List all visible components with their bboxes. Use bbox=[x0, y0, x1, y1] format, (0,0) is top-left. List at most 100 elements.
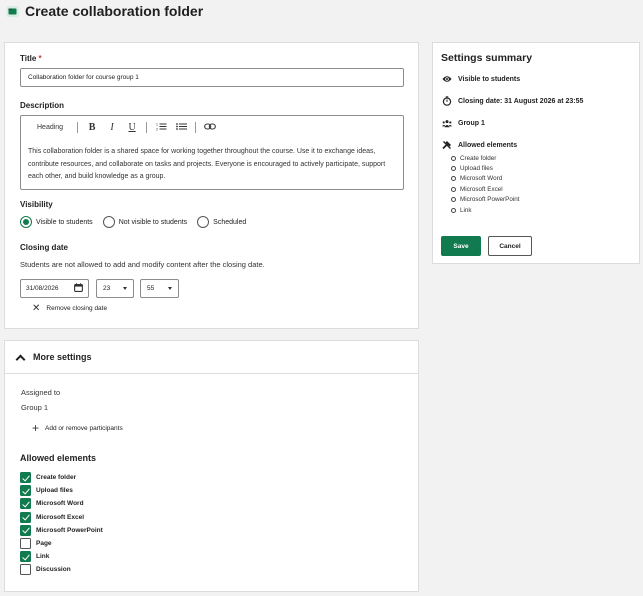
chevron-up-icon bbox=[15, 354, 26, 364]
link-icon[interactable] bbox=[204, 122, 216, 133]
checkbox-page[interactable]: Page bbox=[20, 537, 103, 550]
checkbox[interactable] bbox=[20, 498, 31, 510]
remove-closing-date-label: Remove closing date bbox=[46, 305, 108, 312]
summary-allowed-title: Allowed elements bbox=[458, 141, 518, 149]
summary-title: Settings summary bbox=[441, 52, 533, 64]
checkbox-link[interactable]: Link bbox=[20, 550, 103, 563]
radio-visible-to-students[interactable]: Visible to students bbox=[20, 216, 93, 228]
radio-not-visible-to-students[interactable]: Not visible to students bbox=[102, 216, 188, 228]
visibility-radio-group: Visible to students Not visible to stude… bbox=[20, 216, 256, 228]
page-header: Create collaboration folder bbox=[6, 3, 203, 19]
radio-scheduled[interactable]: Scheduled bbox=[197, 216, 246, 228]
toolbar-divider bbox=[77, 121, 79, 133]
chevron-down-icon bbox=[168, 287, 172, 290]
allowed-elements-list: Create folder Upload files Microsoft Wor… bbox=[20, 471, 103, 577]
calendar-icon[interactable] bbox=[74, 283, 83, 294]
underline-button[interactable]: U bbox=[126, 122, 138, 133]
cancel-button[interactable]: Cancel bbox=[488, 236, 532, 256]
hour-value: 23 bbox=[103, 285, 111, 292]
list-item: Microsoft Excel bbox=[451, 184, 520, 194]
more-settings-card: More settings Assigned to Group 1 + Add … bbox=[4, 340, 419, 592]
summary-closing-date: Closing date: 31 August 2026 at 23:55 bbox=[442, 96, 583, 106]
list-item: Link bbox=[451, 205, 520, 215]
ordered-list-icon[interactable]: 12 bbox=[155, 122, 167, 133]
minute-select[interactable]: 55 bbox=[140, 279, 179, 298]
description-editor[interactable]: Heading B I U 12 This collaboration fold… bbox=[20, 115, 404, 190]
page-title: Create collaboration folder bbox=[25, 3, 204, 19]
closing-date-input[interactable]: 31/08/2026 bbox=[20, 279, 89, 298]
folder-icon bbox=[6, 5, 19, 18]
radio-button[interactable] bbox=[197, 216, 210, 228]
date-value: 31/08/2026 bbox=[26, 285, 59, 292]
checkbox[interactable] bbox=[20, 485, 31, 497]
radio-button[interactable] bbox=[20, 216, 32, 228]
svg-text:1: 1 bbox=[156, 122, 158, 126]
checkbox[interactable] bbox=[20, 511, 31, 523]
checkbox-label: Discussion bbox=[36, 566, 71, 574]
heading-dropdown[interactable]: Heading bbox=[37, 124, 69, 131]
closing-date-label: Closing date bbox=[20, 243, 69, 252]
summary-allowed-list: Create folder Upload files Microsoft Wor… bbox=[451, 153, 520, 215]
checkbox-create-folder[interactable]: Create folder bbox=[20, 471, 103, 484]
checkbox-discussion[interactable]: Discussion bbox=[20, 563, 103, 576]
save-button[interactable]: Save bbox=[441, 236, 481, 256]
checkbox-label: Create folder bbox=[36, 474, 77, 482]
close-icon: ✕ bbox=[32, 303, 41, 314]
minute-value: 55 bbox=[147, 285, 155, 292]
chevron-down-icon bbox=[123, 287, 127, 290]
editor-toolbar: Heading B I U 12 bbox=[21, 116, 403, 138]
eye-icon bbox=[442, 74, 452, 84]
svg-text:2: 2 bbox=[156, 127, 158, 131]
allowed-elements-heading: Allowed elements bbox=[20, 453, 97, 463]
radio-label: Not visible to students bbox=[118, 218, 188, 226]
checkbox-label: Page bbox=[36, 540, 52, 548]
remove-closing-date-button[interactable]: ✕ Remove closing date bbox=[32, 303, 107, 314]
more-settings-toggle[interactable]: More settings bbox=[5, 341, 418, 374]
assigned-to-value: Group 1 bbox=[21, 403, 49, 412]
hour-select[interactable]: 23 bbox=[96, 279, 134, 298]
settings-summary-card: Settings summary Visible to students Clo… bbox=[432, 42, 640, 264]
tools-icon bbox=[442, 140, 452, 150]
list-item: Microsoft PowerPoint bbox=[451, 195, 520, 205]
checkbox-label: Microsoft Word bbox=[36, 500, 84, 508]
add-remove-participants-label: Add or remove participants bbox=[45, 424, 123, 432]
description-label: Description bbox=[20, 101, 65, 110]
checkbox[interactable] bbox=[20, 538, 31, 550]
radio-button[interactable] bbox=[102, 216, 115, 228]
radio-label: Visible to students bbox=[36, 218, 93, 226]
summary-visibility: Visible to students bbox=[442, 74, 520, 84]
summary-group-text: Group 1 bbox=[458, 119, 485, 127]
timer-icon bbox=[442, 96, 452, 106]
assigned-to-label: Assigned to bbox=[21, 388, 61, 397]
checkbox[interactable] bbox=[20, 564, 31, 576]
bold-button[interactable]: B bbox=[86, 122, 98, 133]
title-label: Title * bbox=[20, 54, 42, 63]
title-input[interactable] bbox=[20, 68, 404, 87]
bullet-list-icon[interactable] bbox=[175, 122, 187, 133]
summary-visibility-text: Visible to students bbox=[458, 75, 521, 83]
summary-allowed-elements: Allowed elements bbox=[442, 140, 517, 150]
toolbar-divider bbox=[195, 121, 197, 133]
checkbox[interactable] bbox=[20, 551, 31, 563]
main-form-card: Title * Description Heading B I U 12 Thi… bbox=[4, 42, 419, 329]
plus-icon: + bbox=[32, 421, 40, 435]
closing-date-help: Students are not allowed to add and modi… bbox=[20, 260, 265, 269]
list-item: Microsoft Word bbox=[451, 174, 520, 184]
checkbox[interactable] bbox=[20, 472, 31, 484]
description-text[interactable]: This collaboration folder is a shared sp… bbox=[28, 146, 398, 184]
group-icon bbox=[442, 118, 452, 128]
checkbox-upload-files[interactable]: Upload files bbox=[20, 484, 103, 497]
checkbox-microsoft-powerpoint[interactable]: Microsoft PowerPoint bbox=[20, 524, 103, 537]
add-remove-participants-button[interactable]: + Add or remove participants bbox=[32, 421, 123, 435]
radio-label: Scheduled bbox=[213, 218, 247, 226]
list-item: Upload files bbox=[451, 163, 520, 173]
italic-button[interactable]: I bbox=[106, 122, 118, 133]
visibility-label: Visibility bbox=[20, 200, 53, 209]
checkbox[interactable] bbox=[20, 524, 31, 536]
checkbox-microsoft-excel[interactable]: Microsoft Excel bbox=[20, 511, 103, 524]
more-settings-title: More settings bbox=[33, 352, 92, 362]
summary-closing-text: Closing date: 31 August 2026 at 23:55 bbox=[458, 97, 584, 105]
checkbox-label: Microsoft PowerPoint bbox=[36, 526, 103, 534]
list-item: Create folder bbox=[451, 153, 520, 163]
checkbox-microsoft-word[interactable]: Microsoft Word bbox=[20, 497, 103, 510]
